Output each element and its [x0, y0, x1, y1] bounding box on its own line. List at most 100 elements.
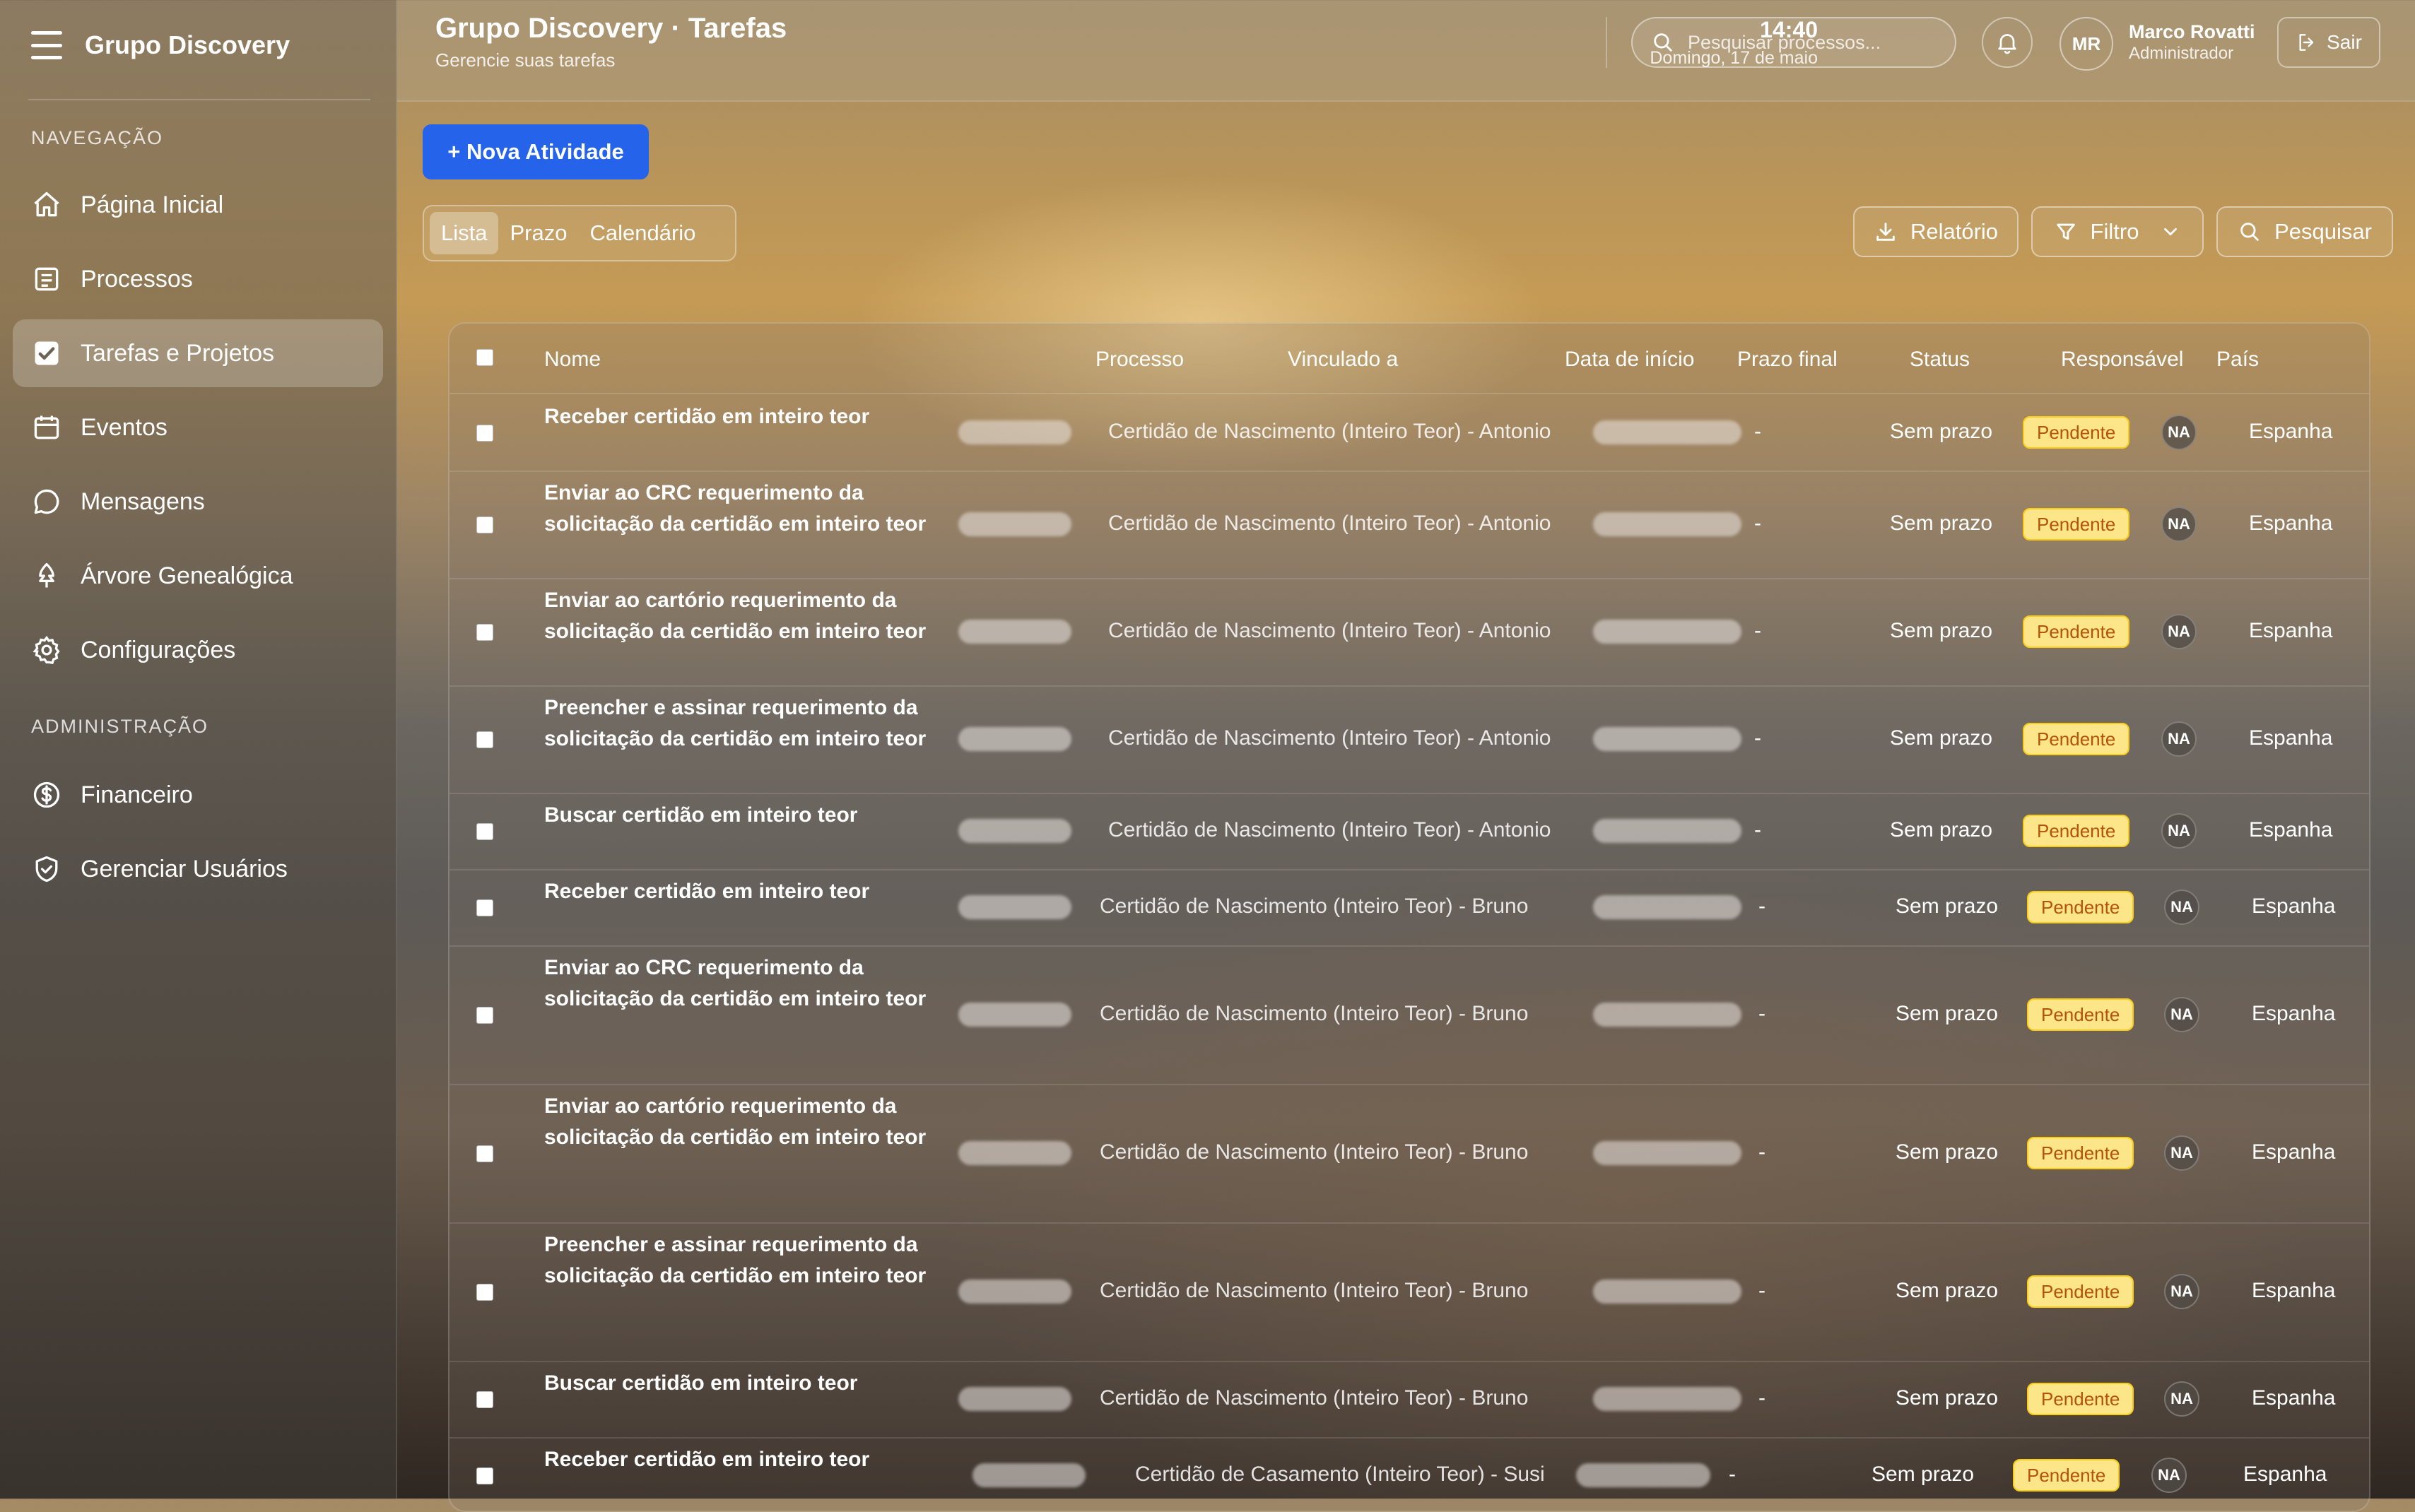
task-name[interactable]: Receber certidão em inteiro teor	[544, 876, 940, 907]
linked-to[interactable]: Certidão de Nascimento (Inteiro Teor) - …	[1100, 1279, 1528, 1303]
column-header-status[interactable]: Status	[1910, 348, 1970, 372]
avatar[interactable]: NA	[2164, 1274, 2199, 1309]
filter-button[interactable]: Filtro	[2031, 206, 2204, 257]
sidebar-item-arvore[interactable]: Árvore Genealógica	[13, 542, 383, 610]
sidebar-item-eventos[interactable]: Eventos	[13, 394, 383, 461]
linked-to[interactable]: Certidão de Nascimento (Inteiro Teor) - …	[1108, 818, 1551, 842]
column-header-pais[interactable]: País	[2216, 348, 2259, 372]
search-button-label: Pesquisar	[2274, 219, 2372, 244]
row-checkbox[interactable]	[476, 899, 493, 916]
task-name[interactable]: Enviar ao cartório requerimento da solic…	[544, 585, 940, 647]
status-badge: Pendente	[2027, 891, 2134, 923]
select-all-checkbox[interactable]	[476, 349, 493, 366]
task-name[interactable]: Preencher e assinar requerimento da soli…	[544, 692, 940, 755]
process-redacted	[958, 420, 1071, 444]
country: Espanha	[2252, 1279, 2336, 1302]
task-name[interactable]: Enviar ao cartório requerimento da solic…	[544, 1091, 940, 1153]
menu-icon[interactable]	[31, 31, 62, 59]
row-checkbox[interactable]	[476, 425, 493, 442]
notifications-button[interactable]	[1982, 17, 2033, 68]
process-redacted	[973, 1463, 1086, 1487]
search-button[interactable]: Pesquisar	[2216, 206, 2393, 257]
tab-prazo[interactable]: Prazo	[498, 212, 578, 254]
column-header-responsavel[interactable]: Responsável	[2061, 348, 2183, 372]
sidebar-item-tarefas[interactable]: Tarefas e Projetos	[13, 319, 383, 387]
avatar[interactable]: MR	[2059, 17, 2113, 71]
row-checkbox[interactable]	[476, 823, 493, 840]
row-checkbox[interactable]	[476, 1284, 493, 1301]
column-header-prazo-final[interactable]: Prazo final	[1737, 348, 1838, 372]
sidebar-item-usuarios[interactable]: Gerenciar Usuários	[13, 835, 383, 903]
column-header-nome[interactable]: Nome	[544, 348, 601, 372]
table-row[interactable]: Buscar certidão em inteiro teor Certidão…	[449, 1361, 2369, 1439]
sidebar-item-financeiro[interactable]: Financeiro	[13, 761, 383, 829]
task-name[interactable]: Preencher e assinar requerimento da soli…	[544, 1229, 940, 1292]
task-name[interactable]: Receber certidão em inteiro teor	[544, 1444, 940, 1475]
avatar[interactable]: NA	[2161, 721, 2197, 757]
linked-to[interactable]: Certidão de Nascimento (Inteiro Teor) - …	[1100, 1002, 1528, 1026]
row-checkbox[interactable]	[476, 516, 493, 533]
linked-to[interactable]: Certidão de Nascimento (Inteiro Teor) - …	[1108, 512, 1551, 536]
process-redacted	[958, 1141, 1071, 1165]
column-header-data-inicio[interactable]: Data de início	[1565, 348, 1694, 372]
task-name[interactable]: Buscar certidão em inteiro teor	[544, 800, 940, 831]
linked-to[interactable]: Certidão de Nascimento (Inteiro Teor) - …	[1100, 894, 1528, 919]
table-row[interactable]: Buscar certidão em inteiro teor Certidão…	[449, 793, 2369, 870]
avatar[interactable]: NA	[2164, 1135, 2199, 1171]
linked-to[interactable]: Certidão de Casamento (Inteiro Teor) - S…	[1135, 1463, 1545, 1487]
linked-to[interactable]: Certidão de Nascimento (Inteiro Teor) - …	[1108, 619, 1551, 643]
column-header-processo[interactable]: Processo	[1095, 348, 1184, 372]
avatar[interactable]: NA	[2164, 997, 2199, 1032]
table-row[interactable]: Receber certidão em inteiro teor Certidã…	[449, 394, 2369, 472]
logout-button[interactable]: Sair	[2277, 17, 2380, 68]
task-name[interactable]: Buscar certidão em inteiro teor	[544, 1368, 940, 1399]
avatar[interactable]: NA	[2161, 507, 2197, 542]
avatar[interactable]: NA	[2161, 415, 2197, 450]
row-checkbox[interactable]	[476, 1467, 493, 1484]
avatar[interactable]: NA	[2161, 614, 2197, 649]
table-row[interactable]: Preencher e assinar requerimento da soli…	[449, 685, 2369, 794]
avatar[interactable]: NA	[2161, 813, 2197, 849]
sidebar-divider	[28, 99, 370, 100]
chat-bubble-icon	[34, 489, 59, 514]
avatar[interactable]: NA	[2151, 1458, 2187, 1493]
task-name[interactable]: Receber certidão em inteiro teor	[544, 401, 940, 432]
search-input[interactable]	[1686, 30, 1944, 54]
table-row[interactable]: Preencher e assinar requerimento da soli…	[449, 1222, 2369, 1362]
linked-to[interactable]: Certidão de Nascimento (Inteiro Teor) - …	[1100, 1140, 1528, 1164]
table-row[interactable]: Receber certidão em inteiro teor Certidã…	[449, 869, 2369, 947]
search-icon	[1654, 33, 1672, 52]
sidebar-item-mensagens[interactable]: Mensagens	[13, 468, 383, 536]
sidebar-item-home[interactable]: Página Inicial	[13, 171, 383, 239]
table-row[interactable]: Receber certidão em inteiro teor Certidã…	[449, 1437, 2369, 1511]
task-name[interactable]: Enviar ao CRC requerimento da solicitaçã…	[544, 478, 940, 540]
task-name[interactable]: Enviar ao CRC requerimento da solicitaçã…	[544, 952, 940, 1015]
column-header-vinculado[interactable]: Vinculado a	[1288, 348, 1398, 372]
row-checkbox[interactable]	[476, 1145, 493, 1162]
new-activity-button[interactable]: + Nova Atividade	[423, 124, 649, 179]
header-search[interactable]	[1631, 17, 1956, 68]
filter-icon	[2056, 223, 2075, 240]
table-row[interactable]: Enviar ao cartório requerimento da solic…	[449, 1084, 2369, 1224]
linked-to[interactable]: Certidão de Nascimento (Inteiro Teor) - …	[1108, 420, 1551, 444]
table-row[interactable]: Enviar ao CRC requerimento da solicitaçã…	[449, 471, 2369, 579]
linked-to[interactable]: Certidão de Nascimento (Inteiro Teor) - …	[1108, 726, 1551, 750]
brand-name: Grupo Discovery	[85, 30, 290, 59]
report-button[interactable]: Relatório	[1853, 206, 2019, 257]
table-row[interactable]: Enviar ao CRC requerimento da solicitaçã…	[449, 945, 2369, 1085]
avatar[interactable]: NA	[2164, 890, 2199, 925]
sidebar-item-processos[interactable]: Processos	[13, 245, 383, 313]
sidebar-item-configuracoes[interactable]: Configurações	[13, 616, 383, 684]
row-checkbox[interactable]	[476, 1007, 493, 1024]
row-checkbox[interactable]	[476, 731, 493, 748]
sidebar-item-label: Mensagens	[81, 488, 205, 515]
tab-calendario[interactable]: Calendário	[578, 212, 707, 254]
process-redacted	[958, 1387, 1071, 1411]
linked-to[interactable]: Certidão de Nascimento (Inteiro Teor) - …	[1100, 1386, 1528, 1410]
table-row[interactable]: Enviar ao cartório requerimento da solic…	[449, 578, 2369, 687]
row-checkbox[interactable]	[476, 624, 493, 641]
tab-lista[interactable]: Lista	[430, 212, 499, 254]
row-checkbox[interactable]	[476, 1391, 493, 1408]
document-list-icon	[35, 267, 59, 291]
avatar[interactable]: NA	[2164, 1381, 2199, 1417]
